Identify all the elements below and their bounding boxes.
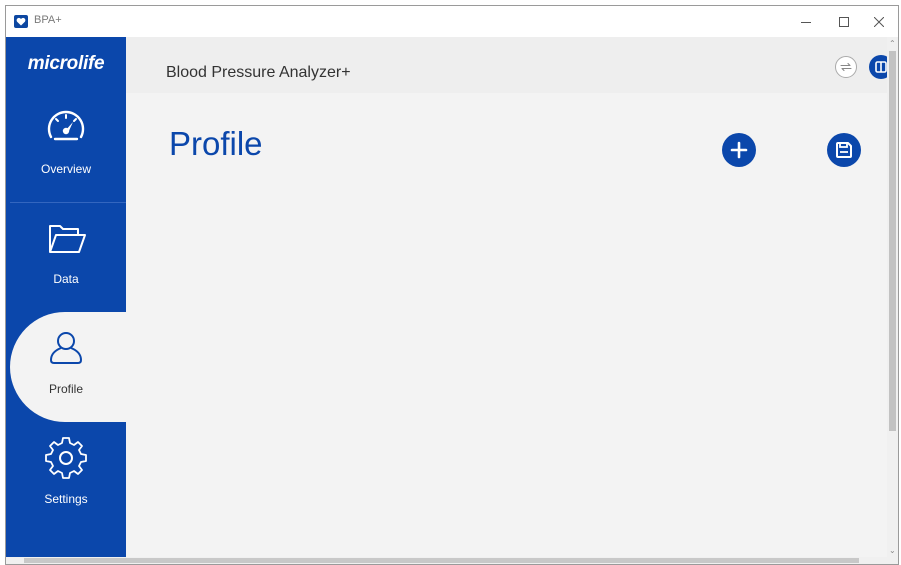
- vertical-scroll-thumb[interactable]: [889, 51, 896, 431]
- horizontal-scroll-thumb[interactable]: [24, 558, 859, 563]
- sidebar-item-data[interactable]: Data: [6, 202, 126, 312]
- window-title: BPA+: [34, 14, 62, 26]
- sidebar-item-label: Data: [53, 272, 79, 286]
- sidebar-item-label: Profile: [48, 382, 83, 396]
- book-icon: [875, 61, 887, 73]
- swap-arrows-icon: [840, 62, 852, 72]
- save-button[interactable]: [827, 133, 861, 167]
- sidebar-item-overview[interactable]: Overview: [6, 92, 126, 202]
- page-title: Profile: [169, 125, 263, 162]
- horizontal-scrollbar[interactable]: [6, 557, 898, 564]
- title-bar: BPA+: [6, 6, 898, 37]
- speedometer-icon: [47, 110, 85, 141]
- floppy-disk-icon: [836, 142, 852, 158]
- scroll-up-icon[interactable]: ⌃: [889, 40, 896, 48]
- sidebar-item-settings[interactable]: Settings: [6, 422, 126, 532]
- close-button[interactable]: [860, 6, 898, 37]
- folder-icon: [49, 225, 86, 253]
- user-icon: [50, 332, 82, 364]
- scroll-down-icon[interactable]: ⌄: [889, 547, 896, 555]
- app-window: BPA+ microlife Overview Data Profile Set…: [5, 5, 899, 565]
- sidebar-item-label: Overview: [40, 162, 91, 176]
- app-heart-icon: [14, 15, 28, 28]
- plus-icon: [730, 141, 748, 159]
- add-profile-button[interactable]: [722, 133, 756, 167]
- sidebar-item-label: Settings: [44, 492, 88, 506]
- gear-icon: [45, 437, 87, 479]
- microlife-logo: microlife: [27, 53, 105, 74]
- minimize-button[interactable]: [787, 6, 825, 37]
- maximize-button[interactable]: [825, 6, 863, 37]
- app-header: Blood Pressure Analyzer+: [126, 37, 893, 93]
- sidebar-nav: microlife Overview Data Profile Settings: [6, 37, 150, 557]
- sync-button[interactable]: [835, 56, 857, 78]
- main-content: Profile: [126, 93, 888, 557]
- app-name: Blood Pressure Analyzer+: [166, 64, 351, 81]
- vertical-scrollbar[interactable]: ⌃ ⌄: [887, 37, 898, 557]
